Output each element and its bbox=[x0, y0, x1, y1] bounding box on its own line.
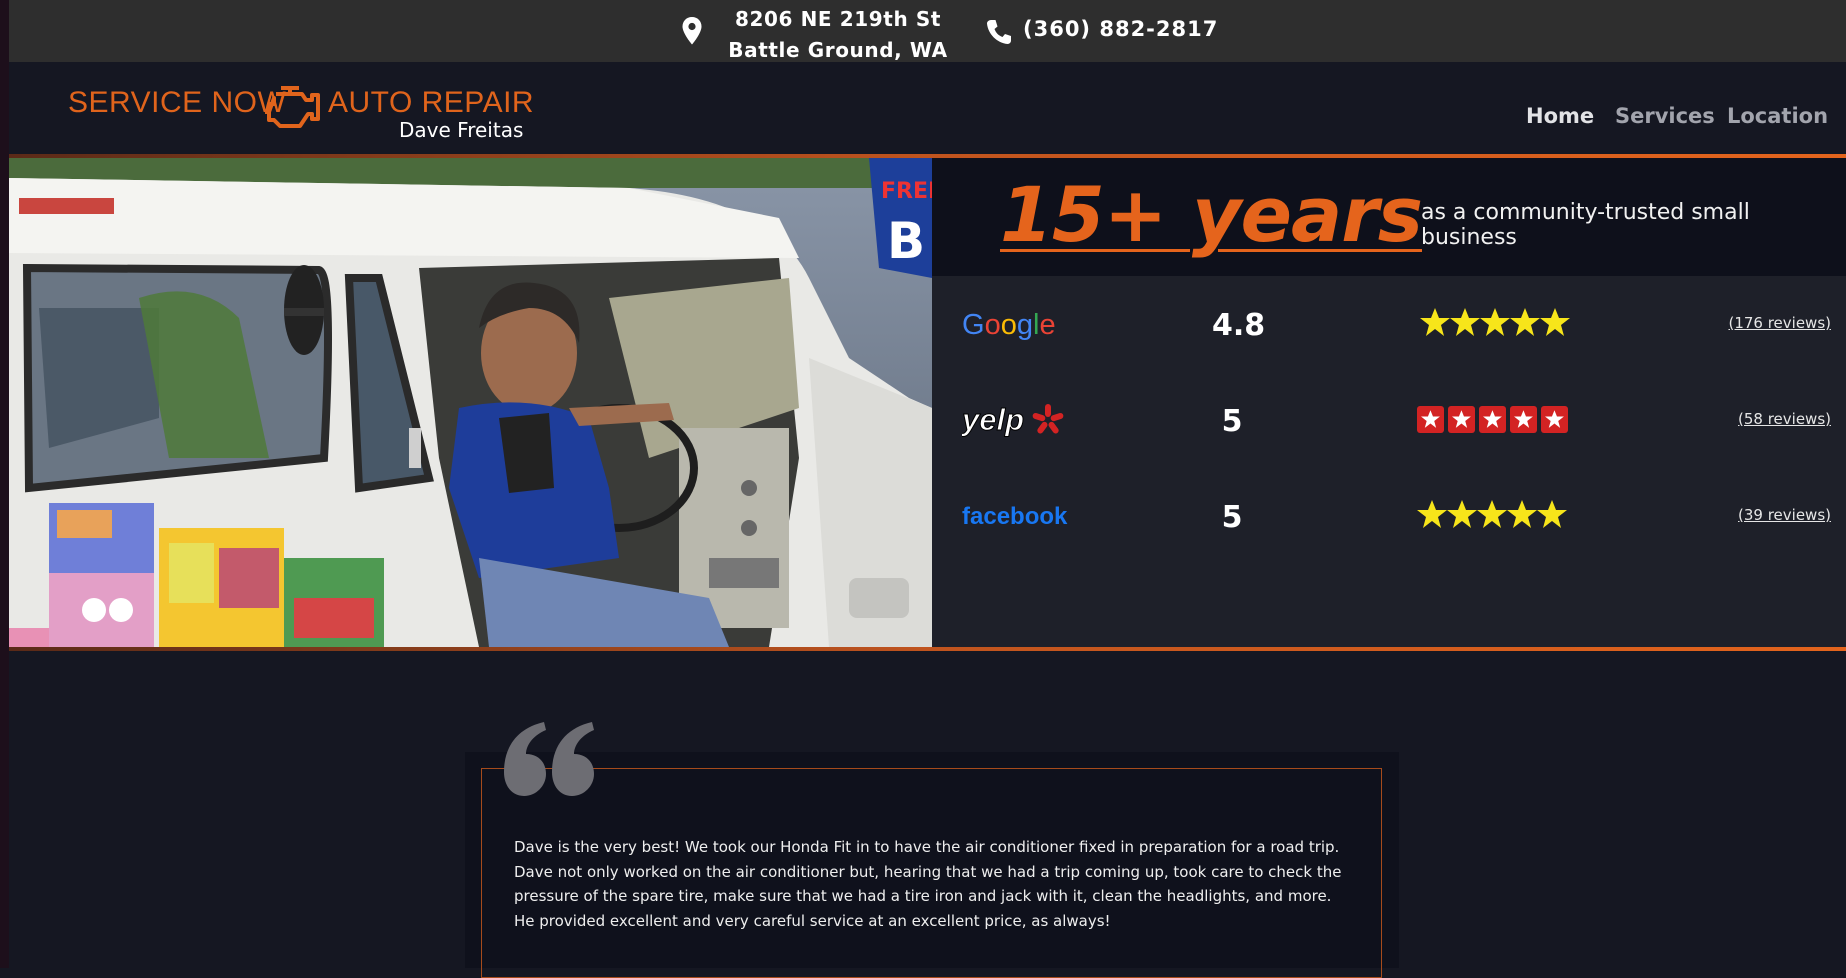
star-icon bbox=[1480, 308, 1510, 336]
years-headline: 15+ years bbox=[1000, 170, 1423, 259]
engine-icon bbox=[265, 86, 320, 128]
yelp-stars bbox=[1417, 406, 1568, 433]
svg-text:B: B bbox=[887, 212, 925, 270]
logo-subtitle: Dave Freitas bbox=[399, 118, 524, 142]
rating-row-facebook: facebook 5 (39 reviews) bbox=[932, 486, 1846, 546]
yelp-logo: yelp bbox=[962, 402, 1064, 438]
hero-divider bbox=[9, 647, 1846, 651]
star-icon bbox=[1420, 308, 1450, 336]
svg-text:FREE: FREE bbox=[881, 179, 932, 204]
map-pin-icon bbox=[682, 17, 702, 45]
google-stars bbox=[1420, 308, 1570, 336]
rating-row-google: Google 4.8 (176 reviews) bbox=[932, 294, 1846, 354]
nav-services[interactable]: Services bbox=[1615, 104, 1715, 128]
star-icon bbox=[1540, 308, 1570, 336]
logo-text-service-now[interactable]: SERVICE NOW bbox=[68, 86, 286, 120]
google-letter: G bbox=[962, 309, 985, 341]
facebook-logo: facebook bbox=[962, 503, 1068, 530]
facebook-stars bbox=[1417, 500, 1567, 528]
left-edge-strip bbox=[0, 0, 9, 968]
svg-text:facebook: facebook bbox=[962, 503, 1068, 530]
yelp-rating-value: 5 bbox=[1221, 404, 1243, 439]
testimonial-text: Dave is the very best! We took our Honda… bbox=[514, 838, 1342, 930]
years-tagline: as a community-trusted small business bbox=[1421, 200, 1750, 250]
address-line-1: 8206 NE 219th St bbox=[734, 7, 942, 31]
svg-text:Google: Google bbox=[962, 309, 1056, 341]
phone-number[interactable]: (360) 882-2817 bbox=[1023, 17, 1218, 41]
star-icon bbox=[1510, 308, 1540, 336]
quote-icon bbox=[504, 722, 594, 796]
google-reviews-link[interactable]: (176 reviews) bbox=[1728, 314, 1831, 332]
nav-home[interactable]: Home bbox=[1526, 104, 1594, 128]
star-icon bbox=[1477, 500, 1507, 528]
rating-row-yelp: yelp 5 (58 reviews) bbox=[932, 390, 1846, 450]
facebook-rating-value: 5 bbox=[1221, 500, 1243, 535]
phone-icon bbox=[987, 20, 1011, 44]
star-icon bbox=[1417, 500, 1447, 528]
facebook-reviews-link[interactable]: (39 reviews) bbox=[1738, 506, 1831, 524]
yelp-reviews-link[interactable]: (58 reviews) bbox=[1738, 410, 1831, 428]
star-icon bbox=[1447, 500, 1477, 528]
star-icon bbox=[1537, 500, 1567, 528]
svg-text:yelp: yelp bbox=[962, 402, 1024, 437]
hero-photo-dave-in-truck: FREE B bbox=[9, 158, 932, 647]
star-icon bbox=[1450, 308, 1480, 336]
logo-text-auto-repair[interactable]: AUTO REPAIR bbox=[328, 86, 534, 120]
google-rating-value: 4.8 bbox=[1212, 308, 1266, 343]
google-logo: Google bbox=[962, 309, 1056, 341]
nav-location[interactable]: Location bbox=[1727, 104, 1828, 128]
star-icon bbox=[1507, 500, 1537, 528]
